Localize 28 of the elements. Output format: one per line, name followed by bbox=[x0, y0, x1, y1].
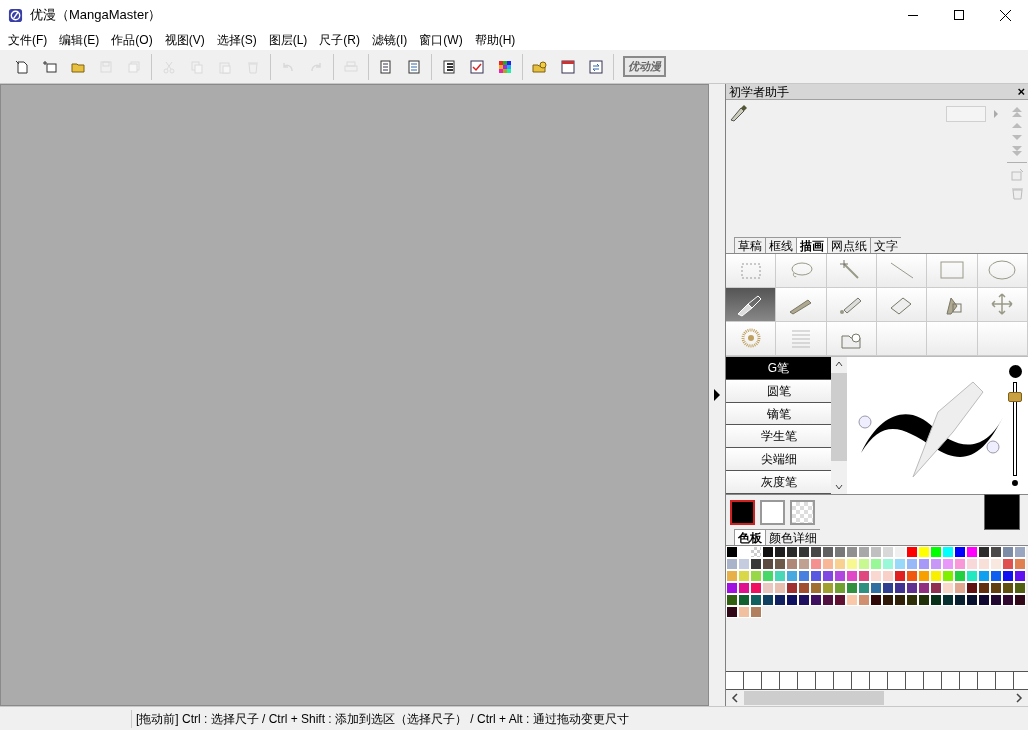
subtool-item[interactable]: 尖端细 bbox=[726, 448, 831, 472]
subtool-item[interactable]: G笔 bbox=[726, 357, 831, 380]
menu-item[interactable]: 帮助(H) bbox=[468, 31, 522, 49]
close-button[interactable]: × bbox=[1017, 85, 1025, 98]
menu-item[interactable]: 文件(F) bbox=[2, 31, 54, 49]
color-tab[interactable]: 色板 bbox=[734, 529, 765, 545]
menu-item[interactable]: 作品(O) bbox=[105, 31, 159, 49]
subtool-item[interactable]: 镝笔 bbox=[726, 402, 831, 426]
tool-tab[interactable]: 草稿 bbox=[734, 237, 765, 253]
menu-item[interactable]: 视图(V) bbox=[158, 31, 211, 49]
tool-tab[interactable]: 框线 bbox=[765, 237, 796, 253]
color-tab[interactable]: 颜色详细 bbox=[765, 529, 820, 545]
menu-item[interactable]: 滤镜(I) bbox=[366, 31, 414, 49]
subtool-item[interactable]: 灰度笔 bbox=[726, 471, 831, 494]
window-title: 优漫（MangaMaster） bbox=[30, 6, 162, 25]
logo-button[interactable]: 优动漫 bbox=[623, 56, 666, 77]
status-text: [拖动前] Ctrl : 选择尺子 / Ctrl + Shift : 添加到选区（选择尺子） / Ctrl + Alt : 通过拖动变更尺寸 bbox=[131, 709, 629, 728]
subtool-item[interactable]: 圆笔 bbox=[726, 379, 831, 403]
tool-tab[interactable]: 描画 bbox=[796, 237, 827, 253]
menu-item[interactable]: 编辑(E) bbox=[53, 31, 106, 49]
menu-item[interactable]: 选择(S) bbox=[210, 31, 263, 49]
subtool-item[interactable]: 学生笔 bbox=[726, 425, 831, 449]
menu-item[interactable]: 尺子(R) bbox=[313, 31, 366, 49]
panel-title: 初学者助手 bbox=[729, 83, 789, 101]
tool-tab[interactable]: 网点纸 bbox=[827, 237, 870, 253]
tool-tab[interactable]: 文字 bbox=[870, 237, 901, 253]
menu-item[interactable]: 窗口(W) bbox=[413, 31, 469, 49]
menu-item[interactable]: 图层(L) bbox=[262, 31, 314, 49]
